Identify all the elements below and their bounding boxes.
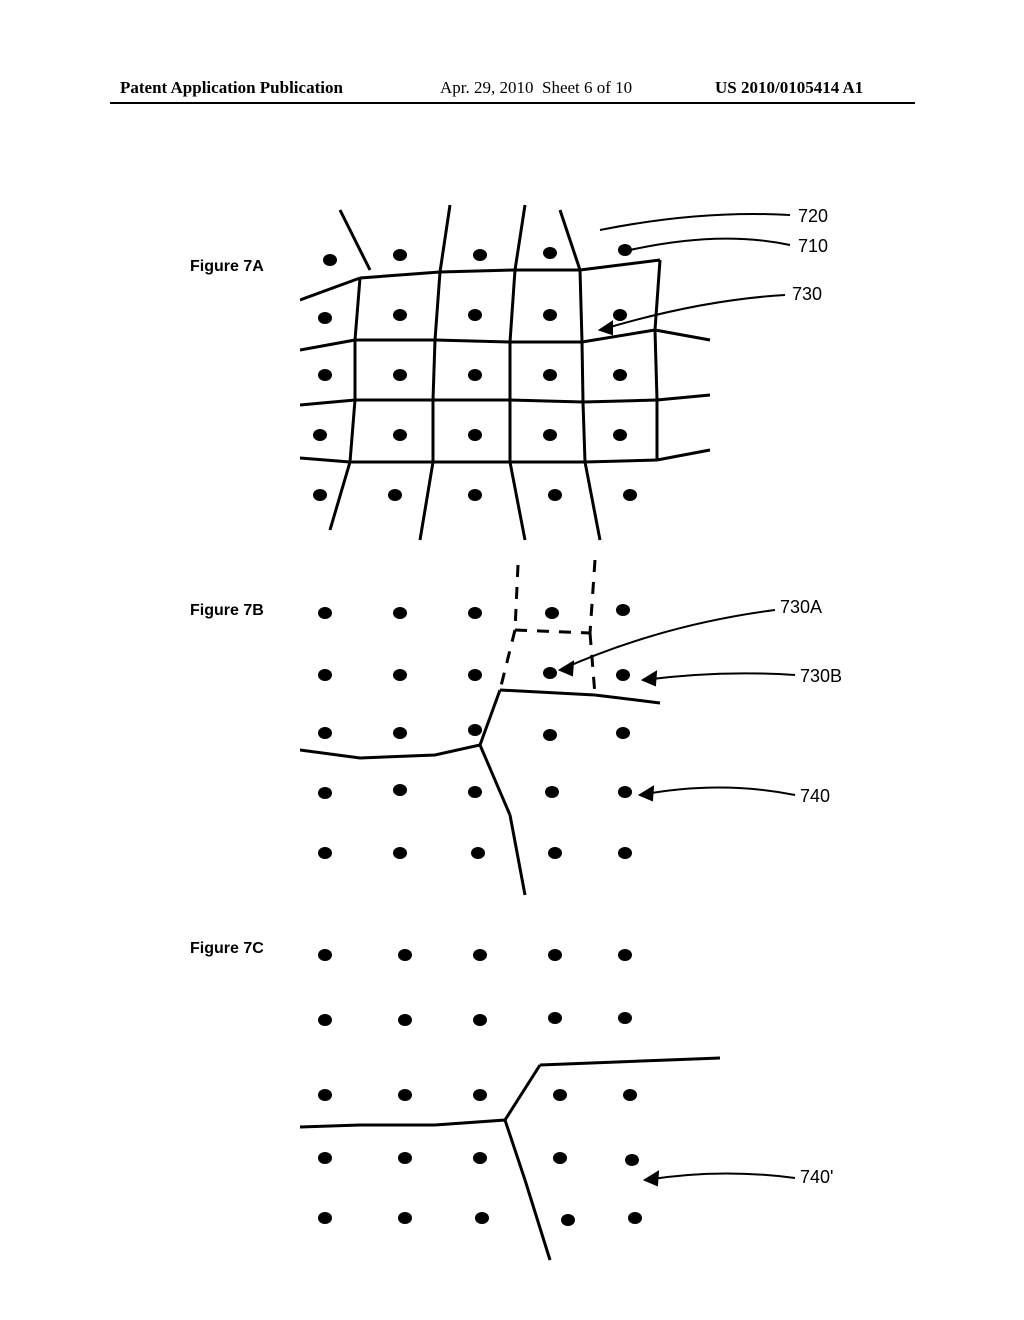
ref-730A: 730A xyxy=(780,597,822,617)
figure-7b-label: Figure 7B xyxy=(190,602,264,620)
figure-7a-diagram: 720 710 730 xyxy=(300,200,890,550)
header-divider xyxy=(110,102,915,104)
figure-7c-diagram: 740' xyxy=(300,920,890,1270)
ref-730B: 730B xyxy=(800,666,842,686)
header-publication-type: Patent Application Publication xyxy=(120,78,343,98)
header-pub-number: US 2010/0105414 A1 xyxy=(715,78,863,98)
ref-730: 730 xyxy=(792,284,822,304)
ref-710: 710 xyxy=(798,236,828,256)
ref-740-prime: 740' xyxy=(800,1167,833,1187)
figure-7b-diagram: 730A 730B 740 xyxy=(300,555,890,915)
ref-740: 740 xyxy=(800,786,830,806)
figure-7a-label: Figure 7A xyxy=(190,258,264,276)
figure-7c-label: Figure 7C xyxy=(190,940,264,958)
ref-720: 720 xyxy=(798,206,828,226)
header-date-sheet: Apr. 29, 2010 Sheet 6 of 10 xyxy=(440,78,632,98)
